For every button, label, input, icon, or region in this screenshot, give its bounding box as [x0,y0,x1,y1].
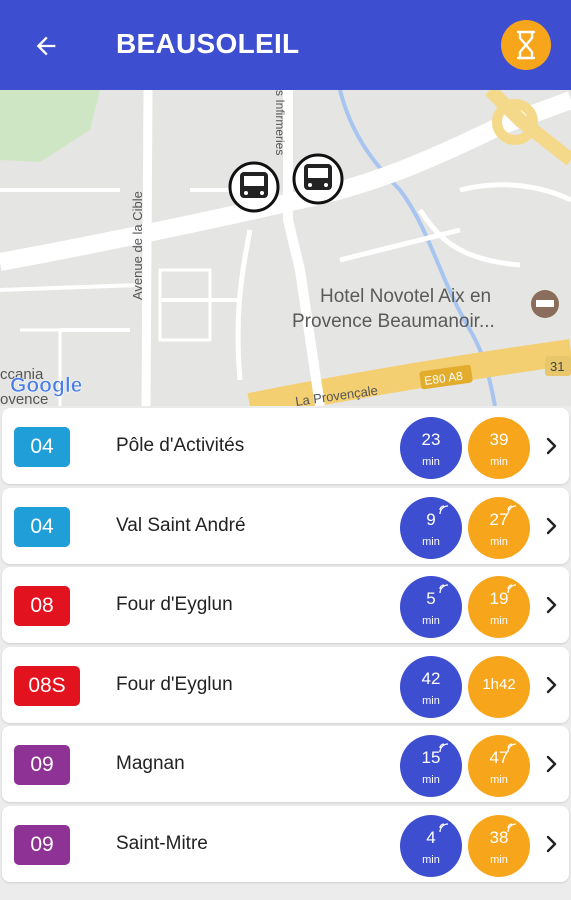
line-badge: 08S [14,665,80,706]
next-departure-time: 42 min [400,655,462,718]
chevron-right-icon[interactable] [542,752,562,776]
chevron-right-icon[interactable] [542,673,562,697]
bus-stop-marker-2[interactable] [292,153,344,205]
chevron-right-icon[interactable] [542,434,562,458]
line-badge: 04 [14,506,70,547]
realtime-signal-icon [439,504,449,514]
destination-label: Val Saint André [116,514,246,536]
time-value: 27 [489,509,509,529]
time-unit: min [490,535,508,548]
map-label-street-cible: Avenue de la Cible [130,191,145,300]
chevron-right-icon[interactable] [542,593,562,617]
departure-row[interactable]: 08S Four d'Eyglun 42 min 1h42 [2,646,569,723]
google-logo: Google [10,374,82,397]
departure-row[interactable]: 09 Magnan 15 min 47 min [2,726,569,802]
realtime-signal-icon [507,504,517,514]
time-unit: min [422,694,440,707]
time-value: 1h42 [482,675,516,693]
time-value: 38 [489,827,509,847]
next-departure-time: 15 min [400,735,462,797]
time-value: 42 [421,668,441,688]
departure-row[interactable]: 08 Four d'Eyglun 5 min 19 min [2,567,569,643]
page-title: BEAUSOLEIL [116,28,300,59]
time-unit: min [422,615,440,627]
arrow-left-icon [36,36,56,56]
hotel-icon [531,290,559,318]
time-unit: min [490,774,508,786]
time-unit: min [490,853,508,866]
hourglass-icon [516,30,536,60]
next-departure-time: 23 min [400,417,462,479]
following-departure-time: 19 min [468,576,530,638]
time-unit: min [422,774,440,786]
time-unit: min [490,615,508,627]
time-value: 19 [489,589,509,608]
following-departure-time: 47 min [468,735,530,797]
map-label-hotel-1: Hotel Novotel Aix en [320,286,491,307]
map-label-street-infirmeries: s Infirmeries [273,90,287,155]
destination-label: Four d'Eyglun [116,673,233,695]
realtime-signal-icon [439,822,449,832]
line-badge: 08 [14,586,70,626]
timer-button[interactable] [501,20,551,70]
time-value: 9 [426,509,436,529]
realtime-signal-icon [439,584,449,594]
destination-label: Pôle d'Activités [116,435,245,456]
realtime-signal-icon [507,743,517,753]
destination-label: Saint-Mitre [116,832,208,854]
time-unit: min [422,535,440,548]
line-badge: 09 [14,745,70,785]
chevron-right-icon[interactable] [542,832,562,856]
line-badge: 09 [14,824,70,865]
departure-row[interactable]: 04 Val Saint André 9 min 27 min [2,487,569,564]
line-badge: 04 [14,427,70,467]
following-departure-time: 39 min [468,417,530,479]
next-departure-time: 4 min [400,814,462,877]
realtime-signal-icon [507,584,517,594]
time-value: 39 [489,430,509,449]
time-unit: min [490,456,508,468]
realtime-signal-icon [439,743,449,753]
map-view[interactable]: Avenue de la Cible s Infirmeries Hotel N… [0,90,571,406]
chevron-right-icon[interactable] [542,514,562,538]
time-unit: min [422,853,440,866]
bus-stop-marker-1[interactable] [228,161,280,213]
realtime-signal-icon [507,822,517,832]
time-value: 15 [421,748,441,767]
next-departure-time: 5 min [400,576,462,638]
destination-label: Four d'Eyglun [116,594,233,615]
time-value: 47 [489,748,509,767]
time-value: 23 [421,430,441,449]
following-departure-time: 38 min [468,814,530,877]
svg-text:31: 31 [550,359,564,374]
back-button[interactable] [24,24,68,68]
app-bar: BEAUSOLEIL [0,0,571,90]
time-value: 4 [426,827,436,847]
time-unit: min [422,456,440,468]
time-value: 5 [426,589,436,608]
following-departure-time: 27 min [468,496,530,559]
departure-row[interactable]: 04 Pôle d'Activités 23 min 39 min [2,408,569,484]
departure-row[interactable]: 09 Saint-Mitre 4 min 38 min [2,805,569,882]
map-canvas: Avenue de la Cible s Infirmeries Hotel N… [0,90,571,406]
following-departure-time: 1h42 [468,655,530,718]
destination-label: Magnan [116,753,185,774]
next-departure-time: 9 min [400,496,462,559]
exit-badge: 31 [545,356,571,376]
map-label-hotel-2: Provence Beaumanoir... [292,311,495,332]
departure-list: 04 Pôle d'Activités 23 min 39 min 04 Val Saint … [0,406,571,900]
